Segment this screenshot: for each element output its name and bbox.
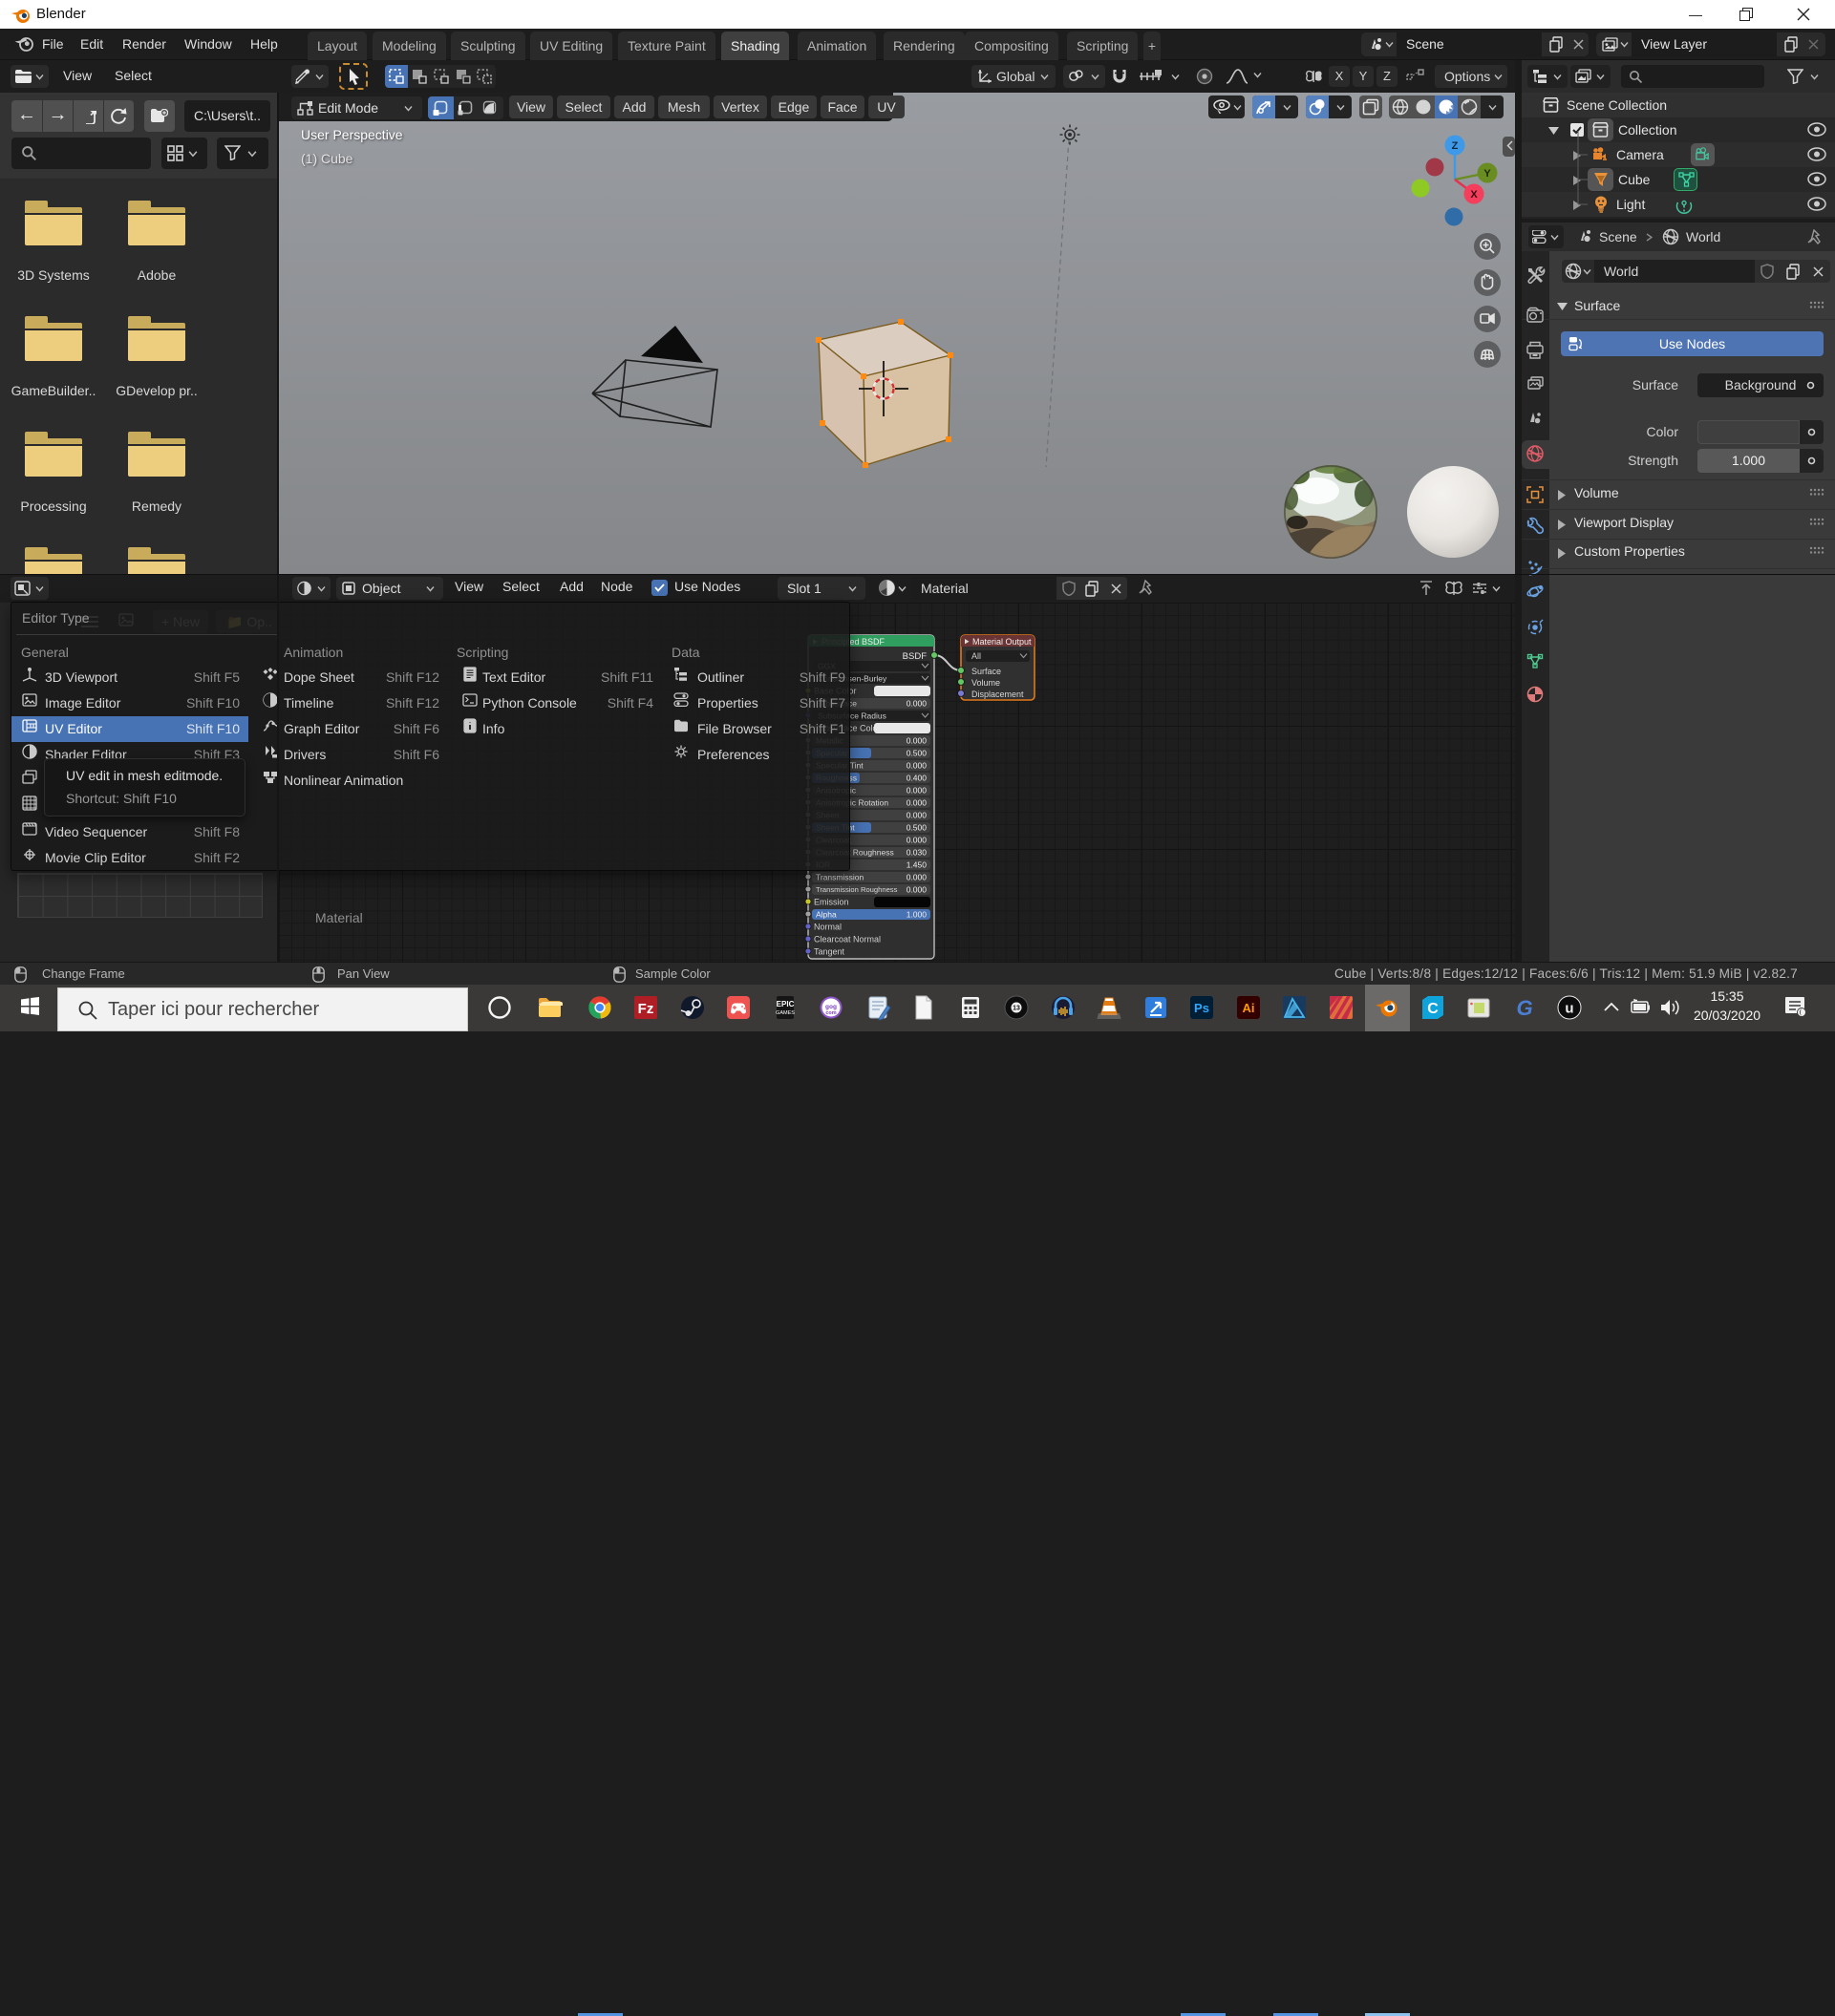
svg-text:Ps: Ps	[1194, 1001, 1209, 1015]
svg-text:Z: Z	[1452, 140, 1459, 152]
svg-text:X: X	[1470, 189, 1478, 201]
svg-text:C: C	[1427, 1001, 1439, 1017]
svg-text:20/03/2020: 20/03/2020	[1694, 1008, 1760, 1023]
svg-text:u: u	[1565, 1001, 1573, 1017]
svg-text:Ai: Ai	[1243, 1001, 1255, 1015]
svg-text:G: G	[1516, 996, 1532, 1020]
svg-text:Y: Y	[1483, 168, 1491, 180]
svg-text:13: 13	[1013, 1006, 1020, 1012]
svg-text:15:35: 15:35	[1710, 988, 1743, 1004]
svg-text:EPIC: EPIC	[777, 1000, 795, 1008]
svg-text:Fz: Fz	[638, 1001, 654, 1017]
svg-text:com: com	[825, 1010, 836, 1016]
svg-text:gog: gog	[825, 1004, 837, 1010]
svg-text:GAMES: GAMES	[776, 1010, 795, 1016]
